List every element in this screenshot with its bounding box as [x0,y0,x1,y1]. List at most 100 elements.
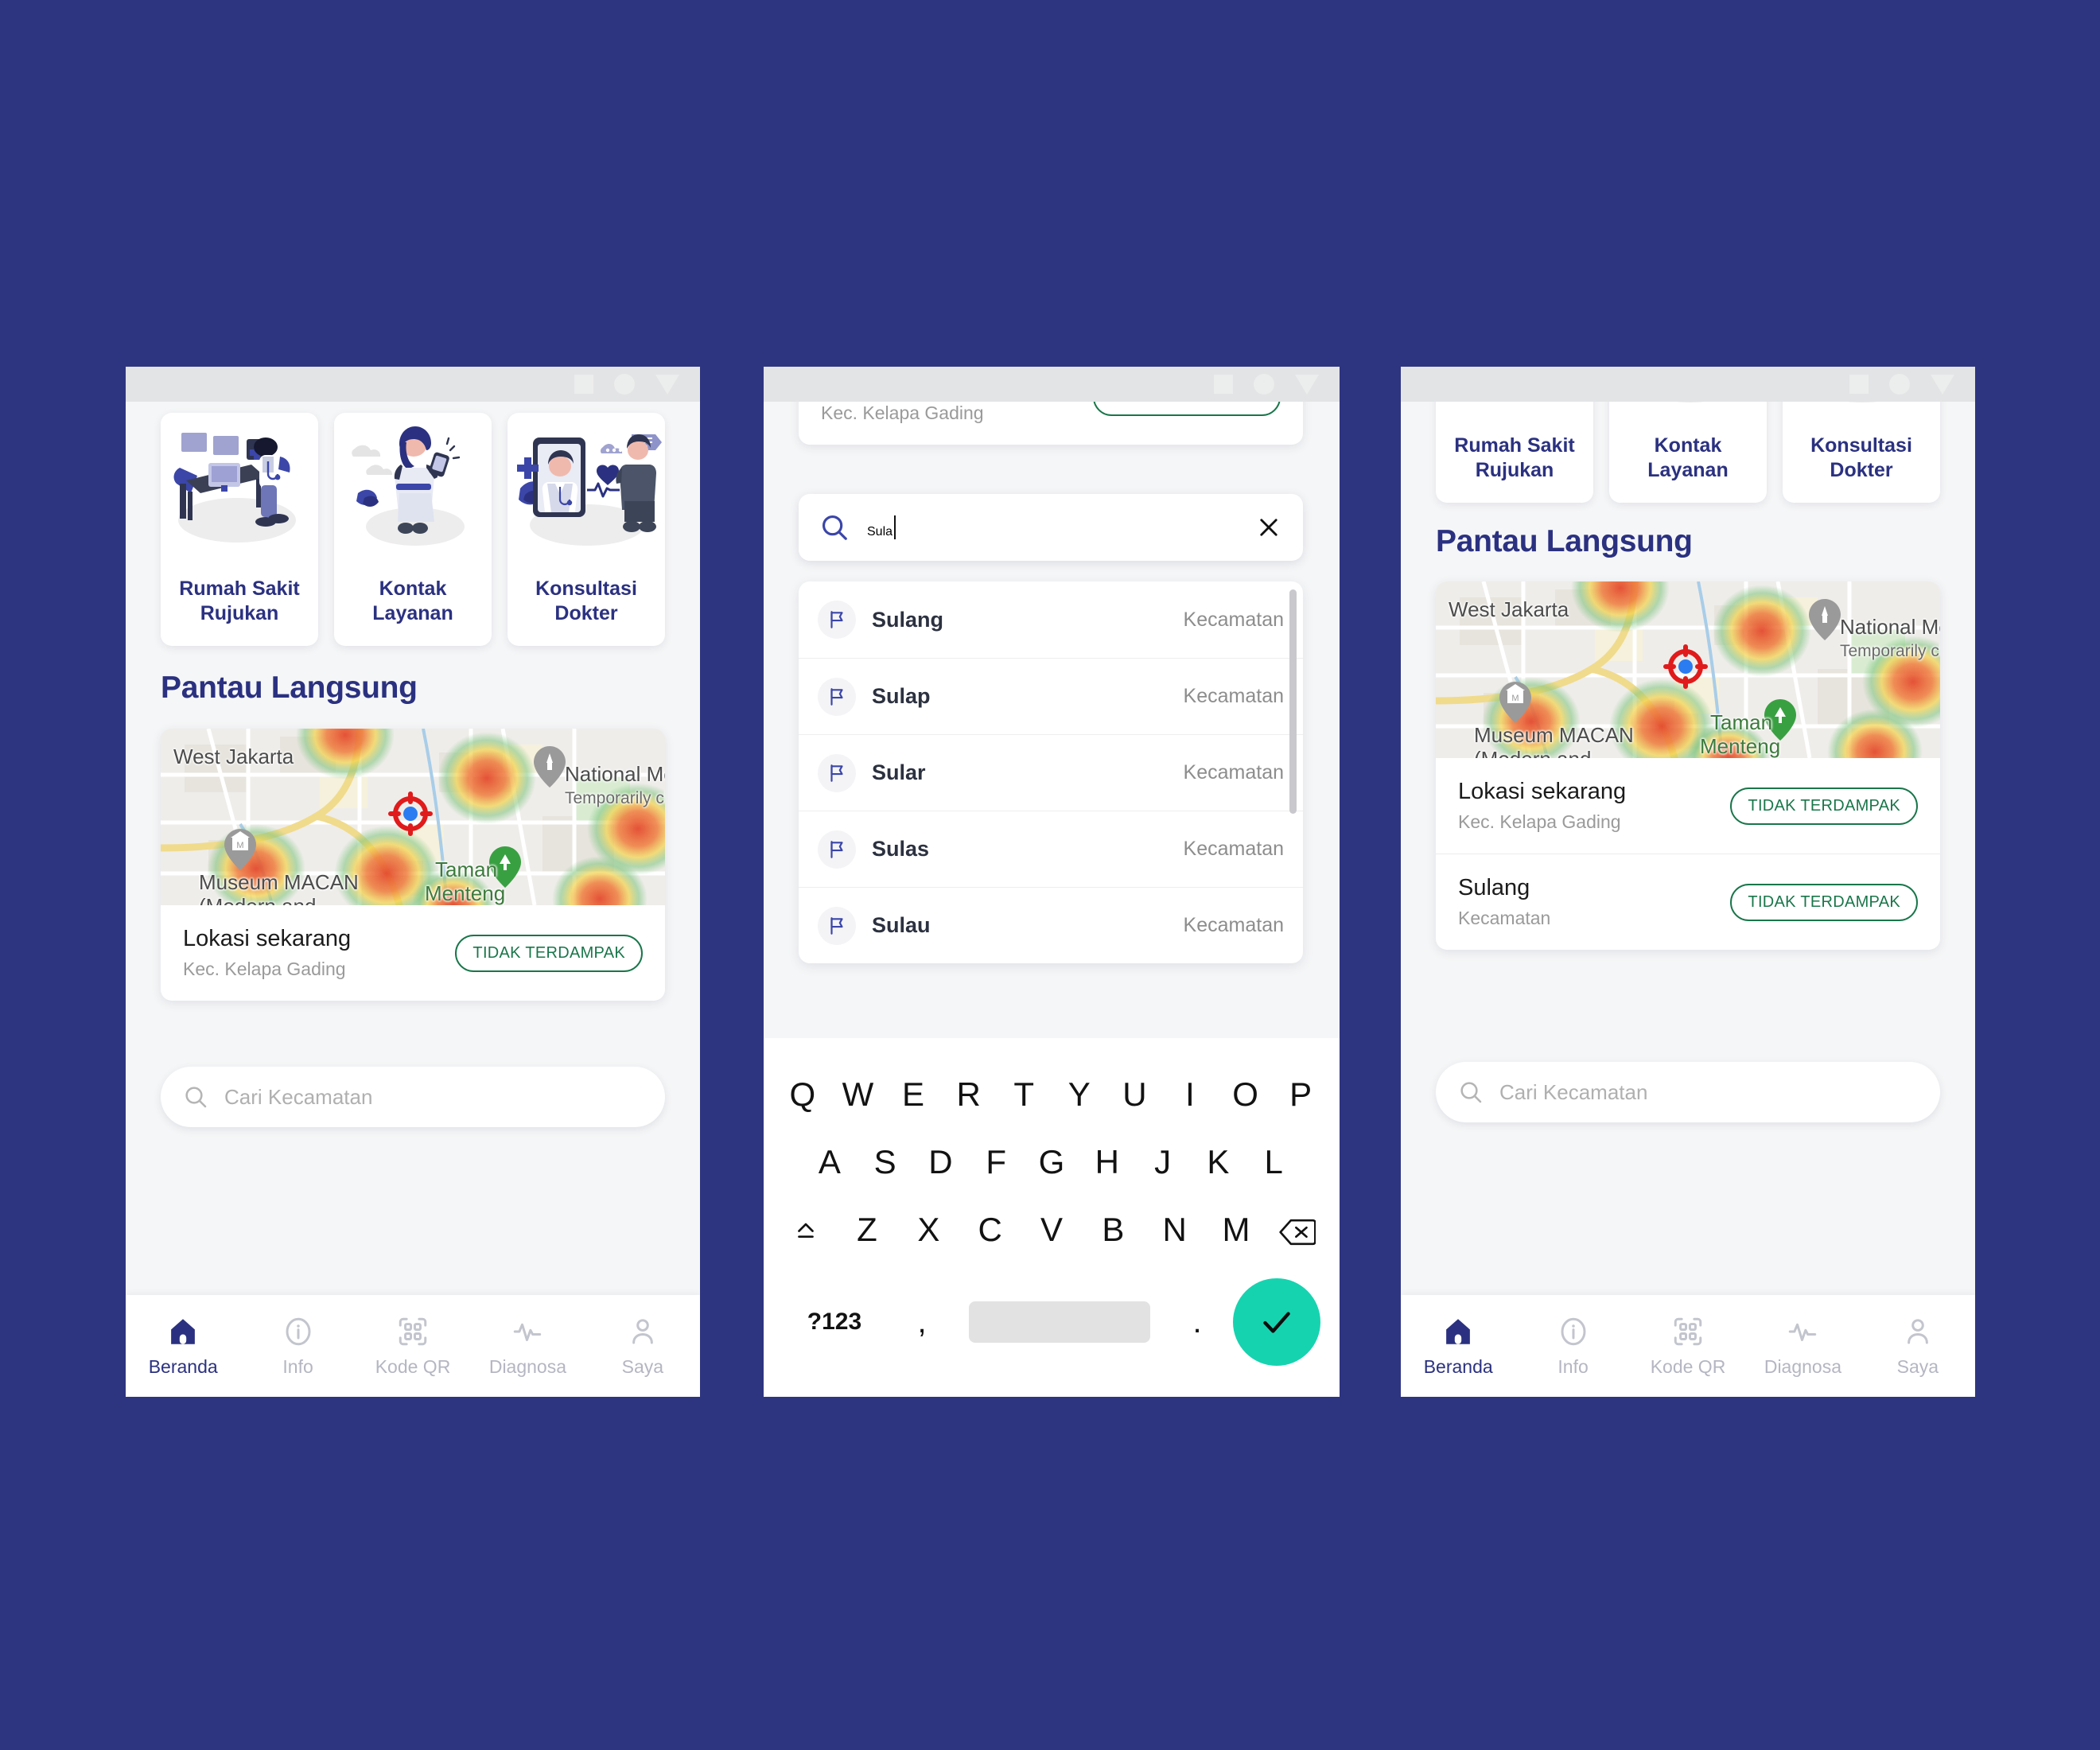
flag-icon [818,753,856,792]
search-input[interactable]: Cari Kecamatan [1436,1062,1940,1122]
key-v[interactable]: V [1021,1211,1082,1249]
key-enter[interactable] [1233,1278,1320,1367]
key-period[interactable]: . [1161,1305,1233,1340]
nav-item-saya[interactable]: Saya [585,1315,700,1378]
square-nav-hint[interactable] [574,375,593,394]
search-placeholder: Cari Kecamatan [224,1084,373,1109]
key-w[interactable]: W [830,1075,886,1114]
quick-action-label: Konsultasi Dokter [531,569,642,646]
status-badge: TIDAK TERDAMPAK [455,934,643,972]
label-line-2: Dokter [554,601,618,624]
list-scrollbar[interactable] [1289,589,1297,814]
key-q[interactable]: Q [775,1075,830,1114]
key-p[interactable]: P [1273,1075,1328,1114]
close-icon[interactable] [1255,514,1282,541]
key-z[interactable]: Z [836,1211,897,1249]
selected-kecamatan-row[interactable]: Sulang Kecamatan TIDAK TERDAMPAK [1436,854,1940,950]
current-location-subtitle: Kec. Kelapa Gading [821,402,984,423]
label-line-1: Konsultasi [1810,434,1912,457]
key-g[interactable]: G [1024,1143,1079,1181]
home-icon [1446,1318,1471,1344]
key-y[interactable]: Y [1052,1075,1107,1114]
circle-nav-hint[interactable] [1254,374,1274,395]
person-icon [632,1318,653,1344]
page-title: Pantau Langsung [161,671,418,705]
shift-icon[interactable] [775,1211,836,1249]
suggestion-type: Kecamatan [1183,761,1284,784]
nav-item-saya[interactable]: Saya [1861,1315,1975,1378]
key-b[interactable]: B [1083,1211,1144,1249]
key-r[interactable]: R [941,1075,997,1114]
suggestion-type: Kecamatan [1183,685,1284,707]
key-comma[interactable]: , [886,1305,958,1340]
heatmap-map[interactable]: M West Jakarta National Mo Temporarily c… [1436,581,1940,758]
nav-item-info[interactable]: Info [1515,1315,1630,1378]
nav-item-info[interactable]: Info [240,1315,355,1378]
nav-item-kode-qr[interactable]: Kode QR [356,1315,470,1378]
status-bar [1401,367,1975,402]
screenshot-stage: Rumah Sakit Rujukan Kontak Layanan Konsu… [0,0,2100,1750]
list-item[interactable]: Sulau Kecamatan [799,887,1303,963]
key-l[interactable]: L [1246,1143,1301,1181]
key-n[interactable]: N [1144,1211,1205,1249]
triangle-nav-hint[interactable] [655,374,679,395]
current-location-title: Lokasi sekarang [1458,779,1627,804]
key-i[interactable]: I [1162,1075,1218,1114]
quick-action-card-rumah-sakit[interactable]: Rumah Sakit Rujukan [161,413,318,646]
list-item[interactable]: Sular Kecamatan [799,734,1303,811]
circle-nav-hint[interactable] [614,374,635,395]
key-space[interactable] [969,1301,1150,1344]
label-line-2: Dokter [1830,458,1893,481]
info-icon [286,1317,311,1345]
keyboard-row-3: Z X C V B N M [775,1211,1328,1249]
key-j[interactable]: J [1135,1143,1191,1181]
nav-item-diagnosa[interactable]: Diagnosa [470,1315,585,1378]
triangle-nav-hint[interactable] [1295,374,1319,395]
key-d[interactable]: D [913,1143,969,1181]
svg-text:M: M [1511,694,1519,703]
key-x[interactable]: X [898,1211,959,1249]
key-k[interactable]: K [1190,1143,1246,1181]
current-location-title: Lokasi sekarang [183,926,352,951]
heatmap-map[interactable]: M West Jakarta National Mo Temporarily c… [161,729,665,905]
quick-action-card-konsultasi-dokter[interactable]: Konsultasi Dokter [508,413,665,646]
quick-action-label: Kontak Layanan [368,569,457,646]
triangle-nav-hint[interactable] [1931,374,1954,395]
key-s[interactable]: S [858,1143,913,1181]
search-input[interactable]: Cari Kecamatan [161,1067,665,1127]
key-c[interactable]: C [959,1211,1021,1249]
nav-item-beranda[interactable]: Beranda [1401,1315,1515,1378]
square-nav-hint[interactable] [1849,375,1869,394]
current-location-subtitle: Kec. Kelapa Gading [183,959,346,979]
quick-action-card-kontak-layanan[interactable]: Kontak Layanan [334,413,492,646]
key-a[interactable]: A [802,1143,858,1181]
list-item[interactable]: Sulang Kecamatan [799,581,1303,658]
nav-item-kode-qr[interactable]: Kode QR [1631,1315,1745,1378]
current-location-row[interactable]: Lokasi sekarang Kec. Kelapa Gading TIDAK… [1436,758,1940,854]
list-item[interactable]: Sulas Kecamatan [799,811,1303,887]
backspace-icon[interactable] [1267,1211,1328,1249]
current-location-row[interactable]: Lokasi sekarang Kec. Kelapa Gading TIDAK… [161,905,665,1001]
key-e[interactable]: E [885,1075,941,1114]
key-h[interactable]: H [1079,1143,1135,1181]
keyboard-row-4: ?123 , . [775,1278,1328,1367]
result-scroll-body: Rumah Sakit Rujukan Kontak Layanan Konsu… [1401,367,1975,1397]
key-t[interactable]: T [996,1075,1052,1114]
selected-kecamatan-text: Sulang Kecamatan [1458,875,1550,929]
key-o[interactable]: O [1218,1075,1274,1114]
home-scroll-body: Rumah Sakit Rujukan Kontak Layanan Konsu… [126,367,700,1397]
key-u[interactable]: U [1107,1075,1163,1114]
nav-item-beranda[interactable]: Beranda [126,1315,240,1378]
current-location-subtitle: Kec. Kelapa Gading [1458,811,1621,832]
key-symbols[interactable]: ?123 [783,1309,886,1336]
nav-item-diagnosa[interactable]: Diagnosa [1745,1315,1860,1378]
circle-nav-hint[interactable] [1889,374,1910,395]
key-m[interactable]: M [1205,1211,1266,1249]
label-line-1: Rumah Sakit [1454,434,1575,457]
nav-label: Diagnosa [488,1355,567,1377]
list-item[interactable]: Sulap Kecamatan [799,658,1303,734]
bottom-navigation-bar: Beranda Info Kode QR Diagnosa Saya [1401,1295,1975,1397]
search-input[interactable]: Sula [799,494,1303,561]
square-nav-hint[interactable] [1214,375,1233,394]
key-f[interactable]: F [968,1143,1024,1181]
